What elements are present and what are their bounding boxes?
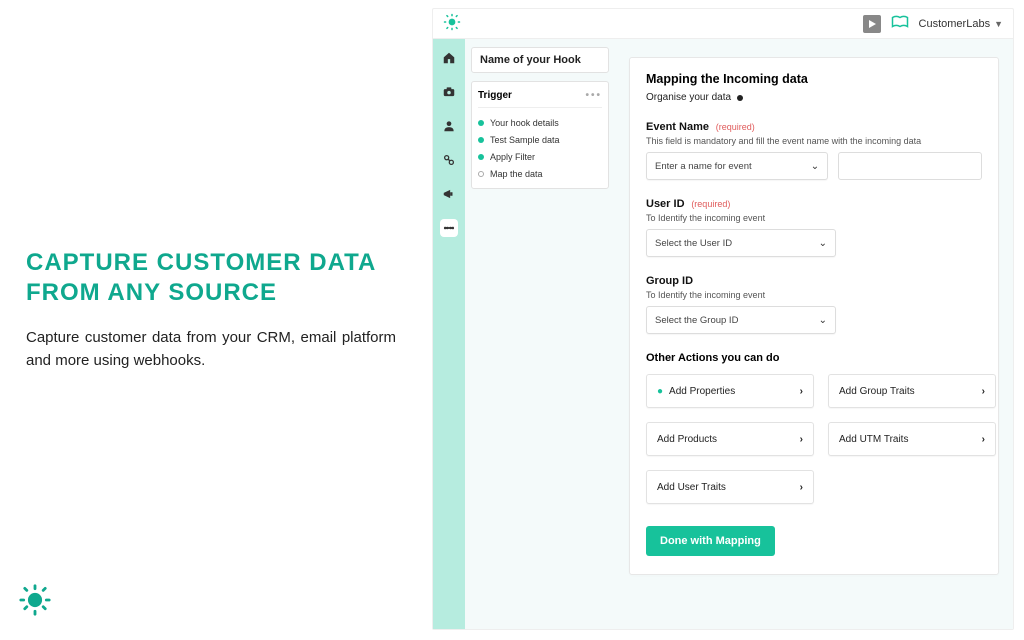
group-id-placeholder: Select the Group ID — [655, 315, 738, 326]
more-icon[interactable]: ••• — [585, 90, 602, 101]
step-label: Map the data — [490, 169, 543, 179]
group-id-field: Group ID To Identify the incoming event … — [646, 275, 982, 334]
panel-title: Mapping the Incoming data — [646, 72, 982, 86]
event-name-label: Event Name — [646, 121, 709, 133]
camera-icon[interactable] — [440, 83, 458, 101]
required-badge: (required) — [716, 122, 755, 132]
account-label: CustomerLabs — [919, 18, 991, 30]
action-label: Add User Traits — [657, 482, 726, 493]
subtitle-dot-icon — [737, 95, 743, 101]
chevron-right-icon: › — [982, 434, 985, 445]
action-grid: ● Add Properties › Add Group Traits › Add… — [646, 374, 982, 504]
app-window: CustomerLabs ▼ Name of your Hook Trigger… — [432, 8, 1014, 630]
nav-rail — [433, 39, 465, 629]
bullet-icon: ● — [657, 386, 663, 397]
step-label: Test Sample data — [490, 135, 560, 145]
brand-logo-icon — [18, 583, 52, 622]
trigger-step[interactable]: Apply Filter — [478, 148, 602, 165]
home-icon[interactable] — [440, 49, 458, 67]
action-label: Add Products — [657, 434, 717, 445]
action-label: Add UTM Traits — [839, 434, 908, 445]
panel-wrap: Mapping the Incoming data Organise your … — [615, 39, 1013, 629]
group-id-select[interactable]: Select the Group ID ⌄ — [646, 306, 836, 334]
step-dot-icon — [478, 154, 484, 160]
chevron-right-icon: › — [800, 482, 803, 493]
user-icon[interactable] — [440, 117, 458, 135]
steps-column: Name of your Hook Trigger ••• Your hook … — [465, 39, 615, 629]
group-id-label: Group ID — [646, 275, 693, 287]
other-actions-title: Other Actions you can do — [646, 352, 982, 364]
action-add-products[interactable]: Add Products › — [646, 422, 814, 456]
step-dot-icon — [478, 137, 484, 143]
action-label: Add Properties — [669, 386, 735, 397]
trigger-card: Trigger ••• Your hook details Test Sampl… — [471, 81, 609, 189]
chevron-right-icon: › — [800, 434, 803, 445]
chevron-right-icon: › — [982, 386, 985, 397]
caret-down-icon: ▼ — [994, 19, 1003, 29]
step-dot-icon — [478, 120, 484, 126]
event-name-desc: This field is mandatory and fill the eve… — [646, 136, 982, 146]
event-name-placeholder: Enter a name for event — [655, 161, 752, 172]
event-name-field: Event Name (required) This field is mand… — [646, 121, 982, 180]
marketing-body: Capture customer data from your CRM, ema… — [26, 326, 396, 373]
chevron-right-icon: › — [800, 386, 803, 397]
trigger-step[interactable]: Map the data — [478, 165, 602, 182]
user-id-label: User ID — [646, 198, 685, 210]
event-name-select[interactable]: Enter a name for event ⌄ — [646, 152, 828, 180]
event-name-input[interactable] — [838, 152, 982, 180]
trigger-step[interactable]: Test Sample data — [478, 131, 602, 148]
action-add-user-traits[interactable]: Add User Traits › — [646, 470, 814, 504]
trigger-title: Trigger — [478, 90, 512, 101]
play-icon[interactable] — [863, 15, 881, 33]
trigger-step[interactable]: Your hook details — [478, 114, 602, 131]
step-label: Apply Filter — [490, 152, 535, 162]
panel-subtitle: Organise your data — [646, 92, 731, 103]
megaphone-icon[interactable] — [440, 185, 458, 203]
account-menu[interactable]: CustomerLabs ▼ — [919, 18, 1003, 30]
marketing-headline: CAPTURE CUSTOMER DATA FROM ANY SOURCE — [26, 248, 396, 308]
user-id-field: User ID (required) To Identify the incom… — [646, 198, 982, 257]
step-dot-icon — [478, 171, 484, 177]
action-add-properties[interactable]: ● Add Properties › — [646, 374, 814, 408]
brand-gear-icon — [443, 13, 461, 34]
user-id-select[interactable]: Select the User ID ⌄ — [646, 229, 836, 257]
marketing-copy: CAPTURE CUSTOMER DATA FROM ANY SOURCE Ca… — [26, 248, 396, 373]
user-id-placeholder: Select the User ID — [655, 238, 732, 249]
chevron-down-icon: ⌄ — [819, 315, 827, 326]
action-add-utm-traits[interactable]: Add UTM Traits › — [828, 422, 996, 456]
mapping-panel: Mapping the Incoming data Organise your … — [629, 57, 999, 575]
step-label: Your hook details — [490, 118, 559, 128]
infinity-icon[interactable] — [440, 219, 458, 237]
action-label: Add Group Traits — [839, 386, 915, 397]
hook-name-card[interactable]: Name of your Hook — [471, 47, 609, 73]
chevron-down-icon: ⌄ — [819, 238, 827, 249]
book-icon[interactable] — [891, 15, 909, 32]
action-add-group-traits[interactable]: Add Group Traits › — [828, 374, 996, 408]
user-id-desc: To Identify the incoming event — [646, 213, 982, 223]
topbar: CustomerLabs ▼ — [433, 9, 1013, 39]
chevron-down-icon: ⌄ — [811, 161, 819, 172]
group-id-desc: To Identify the incoming event — [646, 290, 982, 300]
done-with-mapping-button[interactable]: Done with Mapping — [646, 526, 775, 556]
app-body: Name of your Hook Trigger ••• Your hook … — [433, 39, 1013, 629]
link-icon[interactable] — [440, 151, 458, 169]
required-badge: (required) — [691, 199, 730, 209]
